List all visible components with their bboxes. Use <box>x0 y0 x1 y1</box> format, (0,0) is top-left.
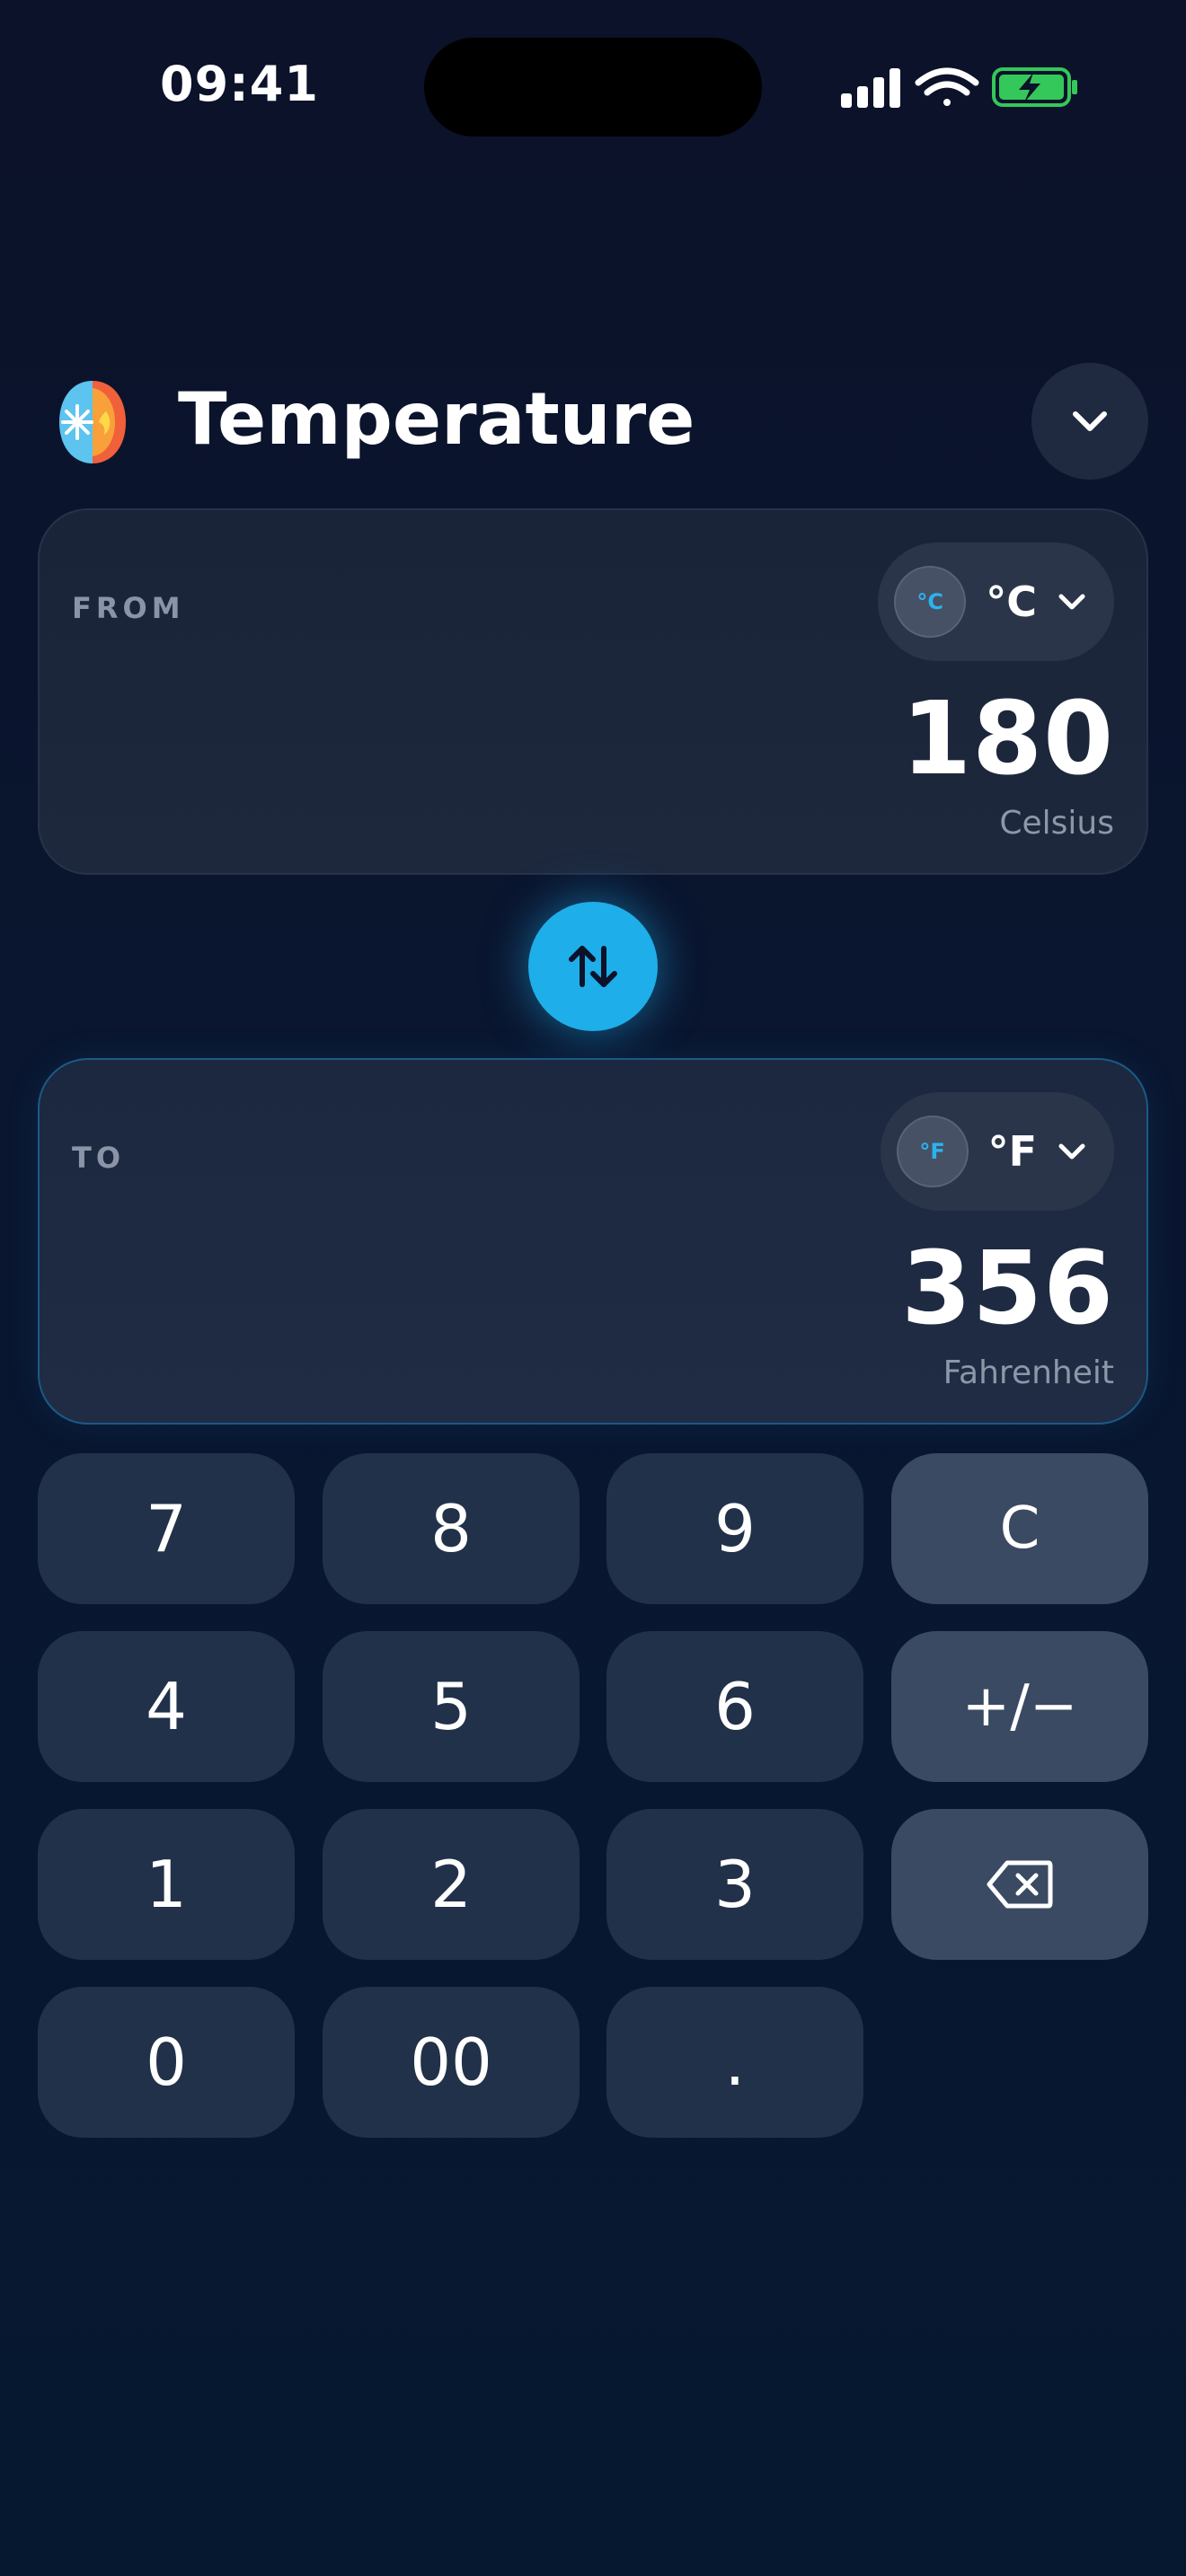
sign-toggle-button[interactable]: +/− <box>891 1631 1148 1782</box>
to-label: TO <box>72 1141 126 1175</box>
key-9[interactable]: 9 <box>606 1453 863 1604</box>
to-unit-name: Fahrenheit <box>943 1354 1114 1391</box>
key-00[interactable]: 00 <box>323 1987 580 2138</box>
fahrenheit-badge-icon: °F <box>896 1116 969 1187</box>
key-3[interactable]: 3 <box>606 1809 863 1960</box>
chevron-down-icon <box>1073 411 1107 431</box>
to-value: 356 <box>901 1231 1114 1347</box>
to-card[interactable]: TO °F °F 356 Fahrenheit <box>38 1058 1148 1425</box>
key-0[interactable]: 0 <box>38 1987 295 2138</box>
key-7[interactable]: 7 <box>38 1453 295 1604</box>
key-2[interactable]: 2 <box>323 1809 580 1960</box>
wifi-icon <box>915 67 979 106</box>
battery-icon <box>992 67 1077 107</box>
swap-units-button[interactable] <box>528 902 658 1031</box>
cellular-signal-icon <box>841 68 900 108</box>
dynamic-island <box>424 38 762 137</box>
from-unit-name: Celsius <box>999 805 1114 842</box>
status-icons <box>841 65 1078 110</box>
chevron-down-icon <box>1058 594 1085 610</box>
celsius-badge-icon: °C <box>894 566 967 638</box>
chevron-down-icon <box>1058 1143 1085 1160</box>
status-time: 09:41 <box>160 56 319 112</box>
from-value: 180 <box>901 681 1114 798</box>
page-title: Temperature <box>178 377 695 461</box>
from-card[interactable]: FROM °C °C 180 Celsius <box>38 508 1148 875</box>
key-1[interactable]: 1 <box>38 1809 295 1960</box>
from-unit-symbol: °C <box>986 578 1037 626</box>
key-decimal[interactable]: . <box>606 1987 863 2138</box>
key-4[interactable]: 4 <box>38 1631 295 1782</box>
key-6[interactable]: 6 <box>606 1631 863 1782</box>
clear-button[interactable]: C <box>891 1453 1148 1604</box>
converter-type-menu-button[interactable] <box>1031 363 1148 480</box>
backspace-button[interactable] <box>891 1809 1148 1960</box>
to-unit-symbol: °F <box>987 1127 1037 1176</box>
key-8[interactable]: 8 <box>323 1453 580 1604</box>
key-5[interactable]: 5 <box>323 1631 580 1782</box>
to-unit-selector[interactable]: °F °F <box>880 1092 1114 1211</box>
from-unit-selector[interactable]: °C °C <box>878 543 1114 661</box>
swap-vertical-icon <box>569 946 617 987</box>
from-label: FROM <box>72 591 185 625</box>
backspace-icon <box>987 1860 1053 1909</box>
thermometer-hot-cold-icon <box>52 375 133 469</box>
